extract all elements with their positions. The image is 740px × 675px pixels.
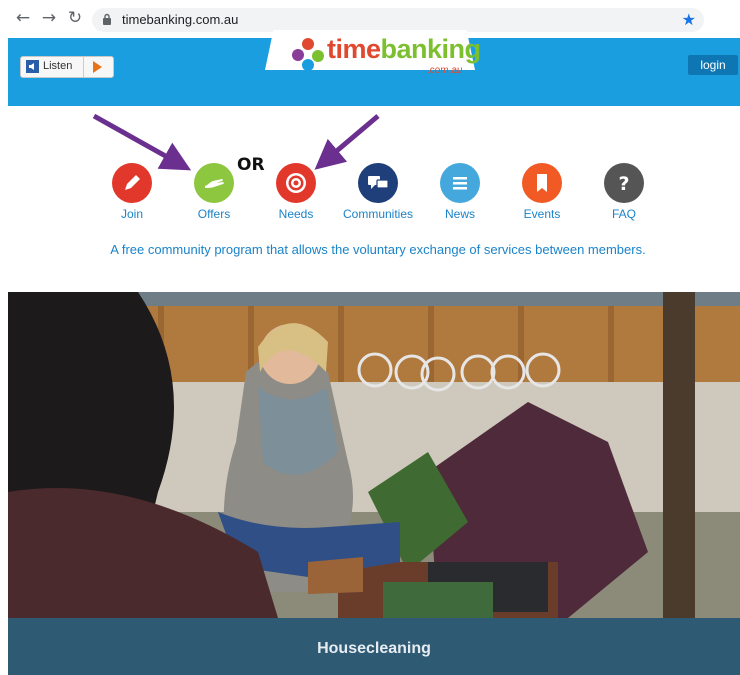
address-bar[interactable]: timebanking.com.au ★ — [92, 8, 704, 32]
nav-communities[interactable]: Communities — [338, 163, 418, 221]
nav-offers[interactable]: Offers — [174, 163, 254, 221]
arrow-to-needs — [314, 114, 380, 170]
speaker-icon — [26, 60, 39, 73]
nav-communities-label: Communities — [342, 207, 414, 221]
listen-button[interactable]: Listen — [20, 56, 114, 78]
nav-news[interactable]: News — [420, 163, 500, 221]
logo-domain: .com.au — [427, 65, 463, 76]
hand-icon — [194, 163, 234, 203]
chat-icon — [358, 163, 398, 203]
question-icon: ? — [604, 163, 644, 203]
list-icon — [440, 163, 480, 203]
nav-faq[interactable]: ? FAQ — [584, 163, 664, 221]
nav-news-label: News — [444, 207, 475, 221]
nav-faq-label: FAQ — [611, 207, 636, 221]
logo-word-banking: banking — [380, 34, 482, 64]
arrow-left-icon[interactable]: ← — [14, 9, 32, 27]
arrow-to-offers — [92, 113, 192, 171]
lock-icon — [103, 13, 111, 25]
svg-text:?: ? — [618, 173, 629, 195]
hero-image[interactable] — [8, 292, 740, 618]
logo-wordmark[interactable]: timebanking — [327, 34, 481, 65]
tagline: A free community program that allows the… — [110, 242, 646, 257]
target-icon — [276, 163, 316, 203]
nav-join-label: Join — [120, 207, 143, 221]
url-text: timebanking.com.au — [122, 12, 239, 27]
logo-mark-icon[interactable] — [290, 36, 326, 72]
pencil-icon — [112, 163, 152, 203]
divider — [83, 57, 84, 77]
logo-word-time: time — [327, 34, 381, 64]
hero-caption-bar: Housecleaning — [8, 618, 740, 675]
bookmark-icon — [522, 163, 562, 203]
nav-offers-label: Offers — [197, 207, 231, 221]
hero-photo — [8, 292, 740, 618]
arrow-right-icon[interactable]: → — [40, 9, 58, 27]
play-icon[interactable] — [93, 61, 102, 73]
nav-needs[interactable]: Needs — [256, 163, 336, 221]
nav-join[interactable]: Join — [92, 163, 172, 221]
nav-events[interactable]: Events — [502, 163, 582, 221]
login-button[interactable]: login — [688, 55, 738, 75]
hero-caption: Housecleaning — [317, 640, 431, 657]
reload-icon[interactable]: ↻ — [66, 9, 84, 27]
star-icon[interactable]: ★ — [682, 10, 696, 29]
nav-events-label: Events — [523, 207, 561, 221]
listen-label: Listen — [43, 60, 73, 72]
nav-needs-label: Needs — [278, 207, 314, 221]
